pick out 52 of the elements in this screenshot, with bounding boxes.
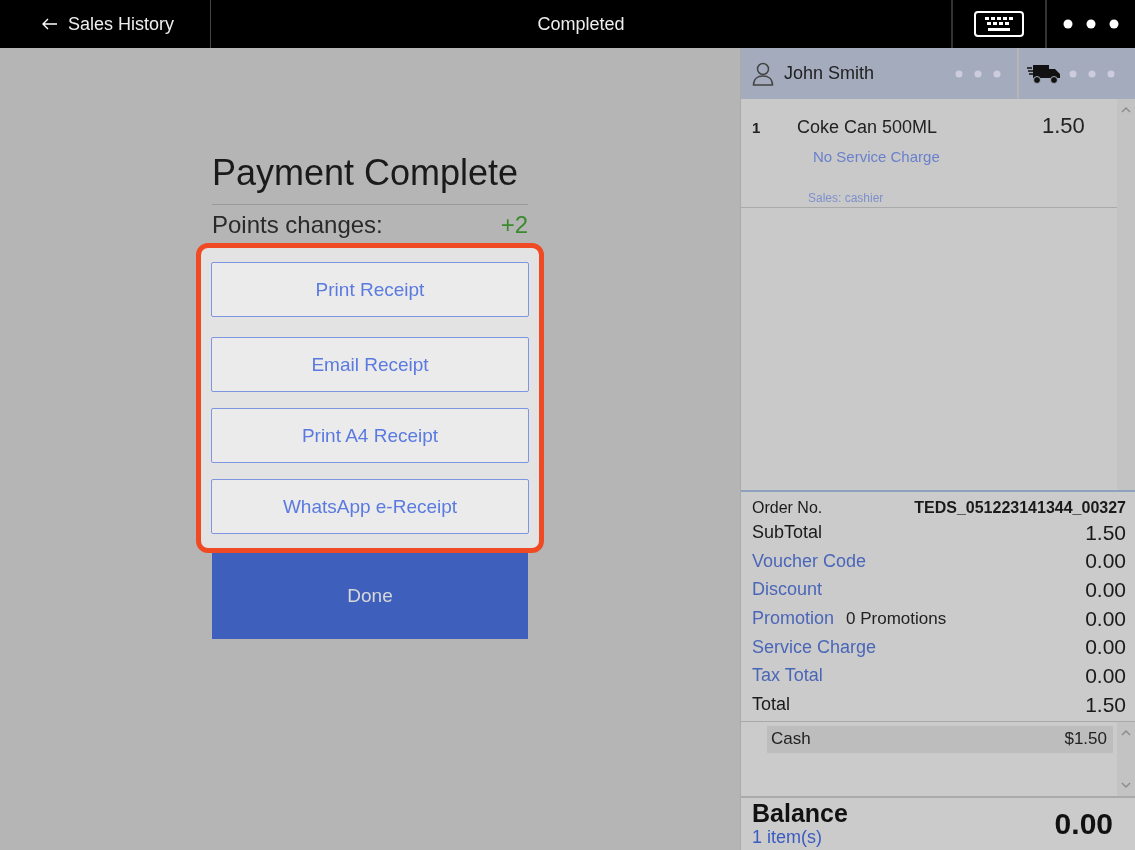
customer-name: John Smith	[784, 63, 876, 84]
summary-link[interactable]: Voucher Code	[752, 550, 867, 572]
summary-value: 0.00	[1085, 549, 1126, 574]
points-label: Points changes:	[212, 211, 383, 239]
done-button[interactable]: Done	[212, 553, 528, 639]
item-note: No Service Charge	[813, 148, 941, 165]
order-number-label: Order No.	[752, 499, 823, 518]
item-price: 1.50	[1042, 113, 1086, 139]
more-dots-icon	[955, 69, 1001, 78]
screen-title: Completed	[536, 12, 626, 36]
person-icon	[752, 61, 774, 86]
summary-note: 0 Promotions	[846, 609, 947, 630]
payment-method: Cash	[771, 729, 811, 749]
truck-icon	[1027, 62, 1061, 85]
customer-bar[interactable]: John Smith	[741, 48, 1017, 99]
back-arrow-icon	[42, 18, 58, 30]
item-quantity: 1	[752, 119, 762, 136]
more-dots-icon	[1069, 69, 1115, 78]
receipt-button[interactable]: Print A4 Receipt	[211, 408, 529, 463]
summary-link[interactable]: Promotion	[752, 608, 835, 630]
summary-link[interactable]: Tax Total	[752, 665, 823, 687]
summary-value: 0.00	[1085, 577, 1126, 602]
item-count: 1 item(s)	[752, 827, 823, 849]
points-value: +2	[500, 211, 528, 239]
receipt-button[interactable]: Print Receipt	[211, 262, 529, 317]
payment-complete-title: Payment Complete	[212, 152, 528, 205]
balance-value: 0.00	[1054, 807, 1113, 841]
summary-label: SubTotal	[752, 522, 823, 544]
scroll-up-icon	[1121, 730, 1131, 736]
summary-value: 0.00	[1085, 606, 1126, 631]
receipt-button[interactable]: WhatsApp e-Receipt	[211, 479, 529, 534]
more-dots-icon	[1063, 19, 1119, 29]
keyboard-button[interactable]	[951, 0, 1047, 48]
summary-link[interactable]: Service Charge	[752, 636, 877, 658]
payment-amount: $1.50	[1064, 729, 1107, 749]
item-name: Coke Can 500ML	[797, 117, 939, 138]
summary-value: 1.50	[1085, 520, 1126, 545]
keyboard-icon	[974, 11, 1024, 37]
balance-label: Balance	[752, 799, 848, 828]
delivery-bar[interactable]	[1019, 48, 1135, 99]
scroll-up-icon	[1121, 107, 1131, 113]
summary-value: 0.00	[1085, 635, 1126, 660]
scrollbar[interactable]	[1117, 99, 1135, 491]
summary-value: 1.50	[1085, 692, 1126, 717]
item-salesperson: Sales: cashier	[808, 191, 885, 205]
order-number: TEDS_051223141344_00327	[914, 499, 1126, 518]
receipt-button[interactable]: Email Receipt	[211, 337, 529, 392]
scrollbar[interactable]	[1117, 722, 1135, 796]
scroll-down-icon	[1121, 782, 1131, 788]
summary-value: 0.00	[1085, 663, 1126, 688]
summary-label: Total	[752, 694, 791, 716]
summary-link[interactable]: Discount	[752, 579, 823, 601]
